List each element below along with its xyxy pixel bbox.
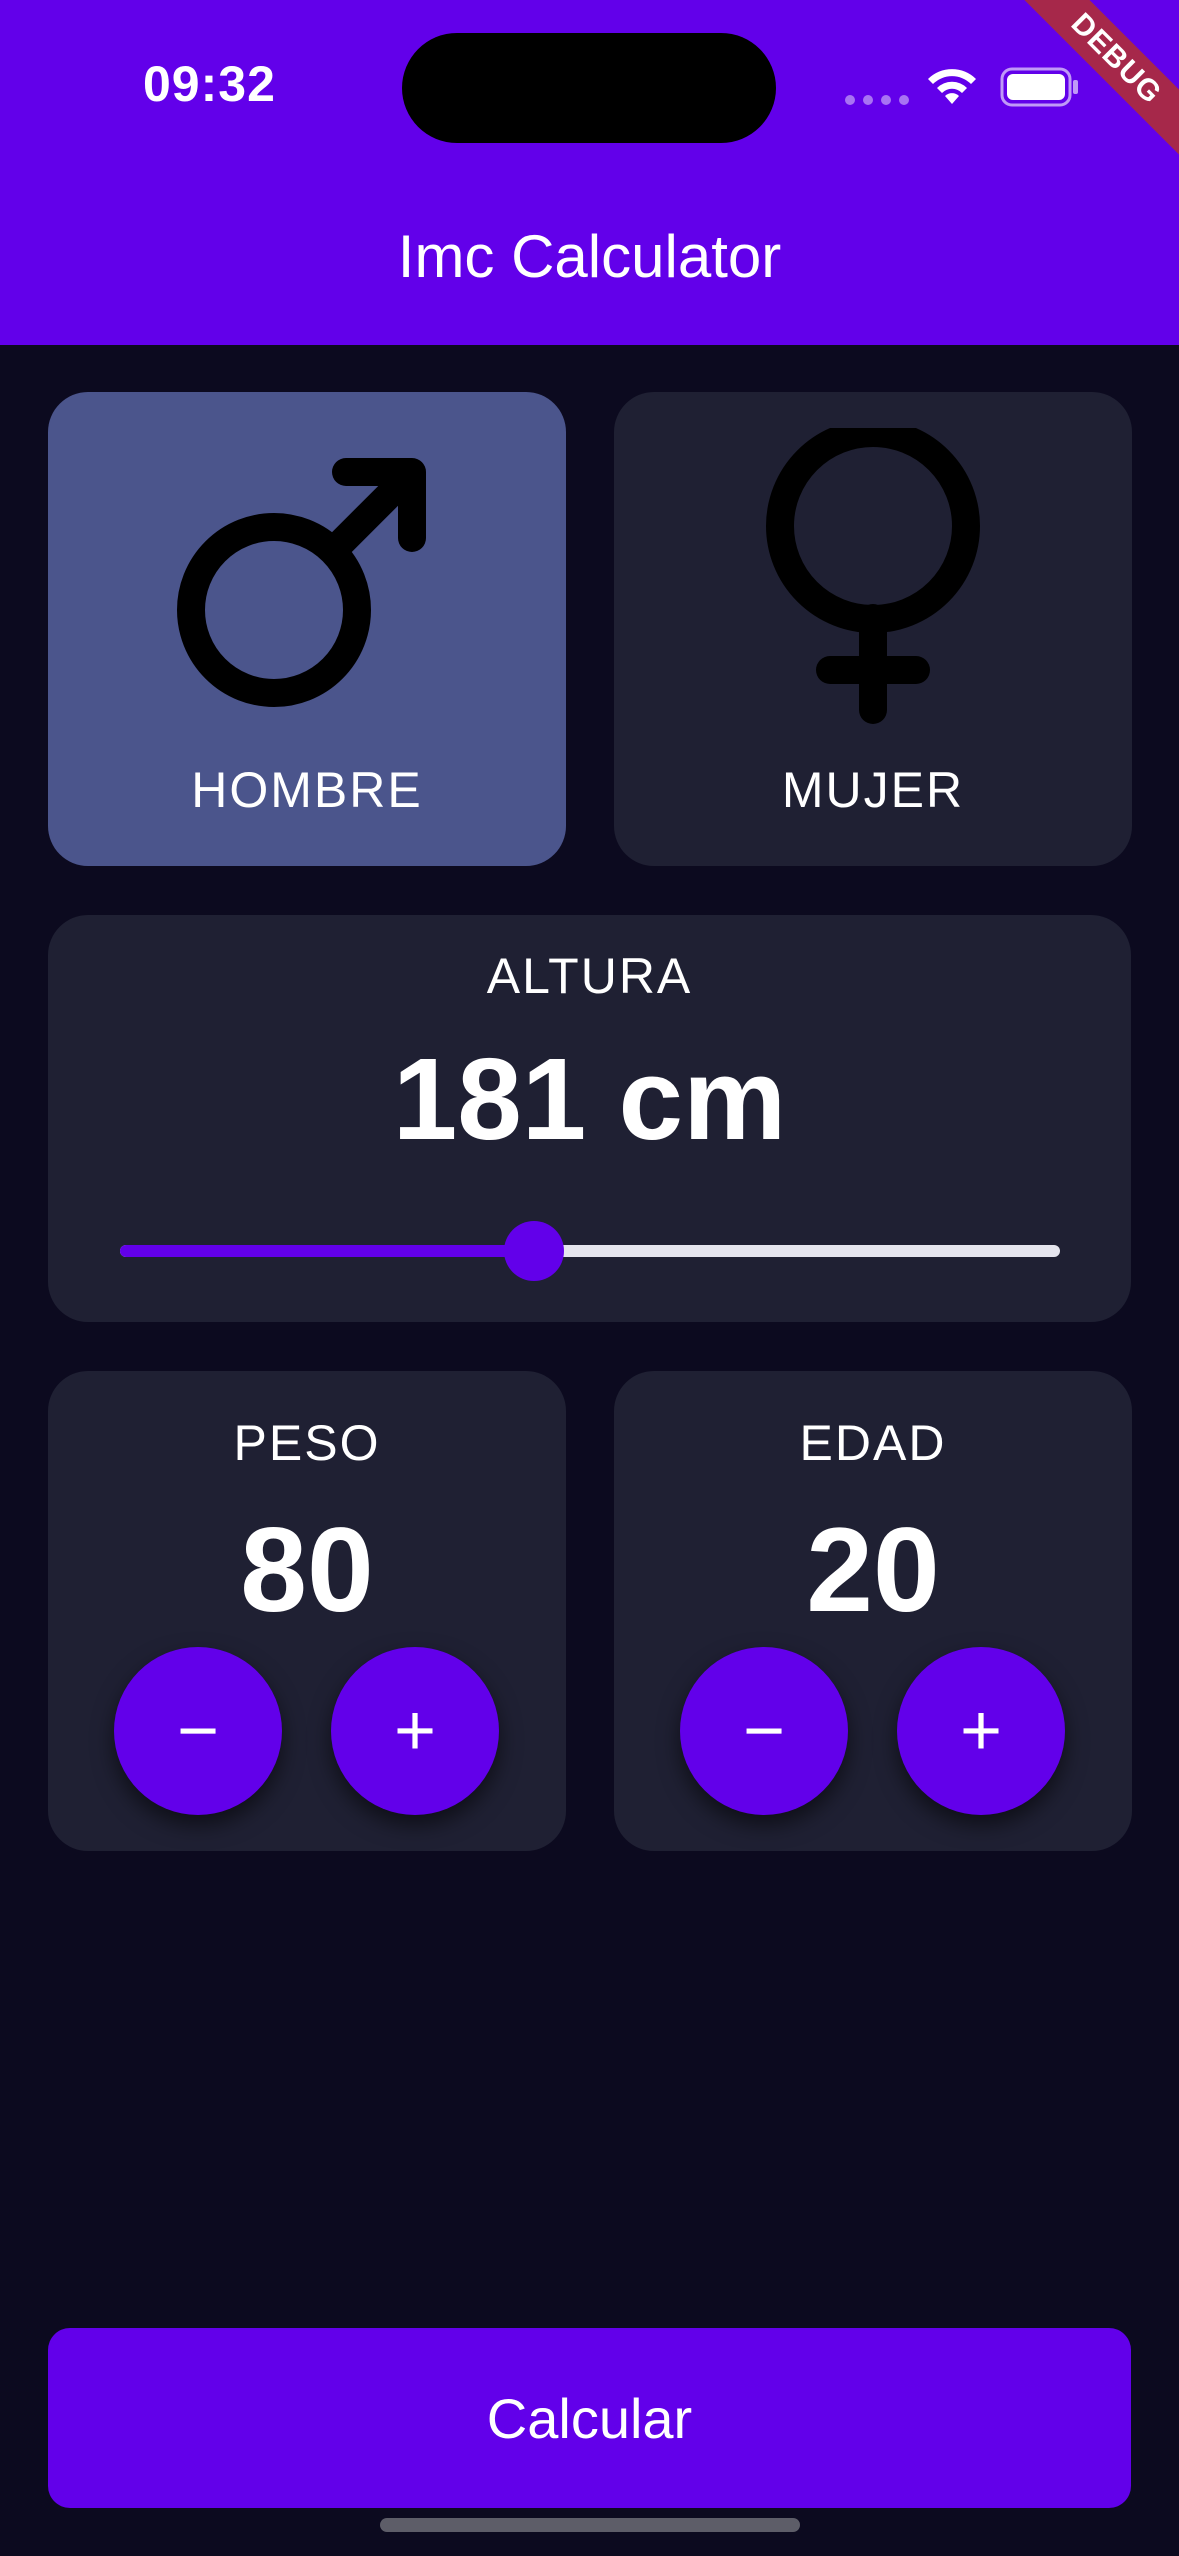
weight-decrement-button[interactable]: − [114, 1647, 282, 1815]
age-increment-button[interactable]: + [897, 1647, 1065, 1815]
wifi-icon [928, 69, 976, 104]
male-icon [177, 458, 426, 707]
height-slider-thumb[interactable] [503, 1221, 564, 1281]
gender-card-male[interactable]: HOMBRE [48, 392, 566, 866]
height-card: ALTURA 181 cm [48, 915, 1131, 1322]
weight-label: PESO [233, 1415, 381, 1471]
home-indicator [380, 2518, 800, 2532]
page-title: Imc Calculator [397, 223, 782, 290]
weight-card: PESO 80 [48, 1371, 566, 1851]
height-label: ALTURA [486, 948, 693, 1004]
gender-label-female: MUJER [781, 762, 965, 818]
female-icon [766, 428, 980, 724]
height-value: 181 cm [392, 1034, 787, 1164]
age-card: EDAD 20 [614, 1371, 1132, 1851]
age-value: 20 [806, 1503, 940, 1637]
gender-card-female[interactable]: MUJER [614, 392, 1132, 866]
age-label: EDAD [799, 1415, 947, 1471]
gender-label-male: HOMBRE [191, 762, 423, 818]
age-decrement-button[interactable]: − [680, 1647, 848, 1815]
height-slider[interactable] [120, 1245, 1060, 1257]
height-slider-fill [120, 1245, 534, 1257]
dynamic-island [402, 33, 776, 143]
weight-increment-button[interactable]: + [331, 1647, 499, 1815]
cellular-signal-icon [845, 95, 909, 105]
calculate-button[interactable]: Calcular [48, 2328, 1131, 2508]
status-time: 09:32 [143, 56, 276, 112]
battery-icon [1000, 67, 1078, 107]
weight-value: 80 [240, 1503, 374, 1637]
app-bar: 09:32 DEBUG Imc Calculator [0, 0, 1179, 345]
